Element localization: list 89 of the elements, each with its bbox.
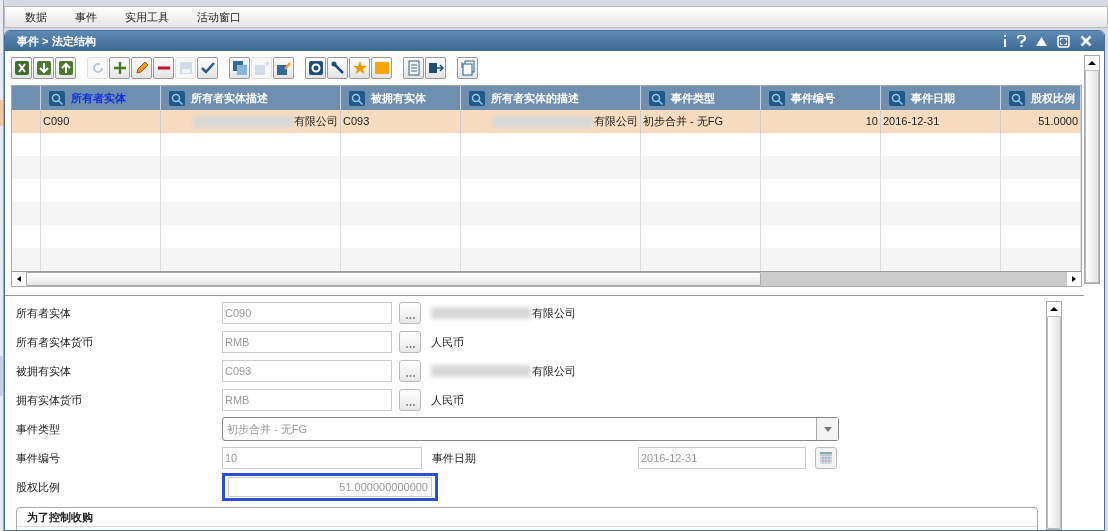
field-label: 所有者实体 (16, 305, 72, 321)
vertical-scrollbar[interactable] (1084, 55, 1100, 284)
info-icon[interactable] (1003, 35, 1007, 47)
plus-icon (111, 60, 128, 76)
scroll-thumb[interactable] (1047, 316, 1061, 529)
search-icon (49, 90, 65, 106)
table-cell-text: 初步合并 - 无FG (643, 114, 724, 130)
toolbar-button[interactable] (11, 57, 32, 79)
group-title: 为了控制收购 (17, 508, 1037, 527)
toolbar-button[interactable] (109, 57, 130, 79)
settings-icon (307, 60, 324, 76)
scroll-left-icon[interactable] (12, 272, 26, 286)
text-field[interactable]: RMB (222, 331, 392, 353)
description-text: 有限公司 (431, 304, 576, 322)
field-label: 事件类型 (16, 421, 61, 437)
search-icon (1009, 90, 1025, 106)
search-icon (769, 90, 785, 106)
search-icon (649, 90, 665, 106)
field-label: 拥有实体货币 (16, 392, 83, 408)
toolbar-button[interactable] (197, 57, 218, 79)
fullscreen-icon[interactable] (1057, 34, 1070, 48)
sticky-note-icon (373, 60, 390, 76)
text-field[interactable]: C093 (222, 360, 392, 382)
table-row[interactable]: C090 有限公司 C093 有限公司 初步合并 - 无FG 10 2016-12-31 51.0000 (12, 110, 1081, 133)
search-icon (889, 90, 905, 106)
toolbar-button[interactable] (131, 57, 152, 79)
text-field[interactable]: 10 (222, 447, 422, 469)
table-cell: 有限公司 (193, 113, 338, 130)
horizontal-scrollbar[interactable] (12, 271, 1081, 286)
scroll-up-icon[interactable] (1085, 56, 1099, 70)
table-cell-text: 2016-12-31 (883, 114, 940, 130)
table-cell: 有限公司 (493, 113, 638, 130)
table-cell-text: 51.0000 (1038, 114, 1078, 130)
dropdown-field[interactable]: 初步合并 - 无FG (222, 417, 839, 441)
search-icon (349, 90, 365, 106)
field-label: 事件日期 (432, 450, 477, 466)
copy-plus-icon (253, 60, 270, 76)
field-label: 被拥有实体 (16, 363, 72, 379)
table-cell-text: C090 (43, 114, 70, 130)
star-icon (351, 60, 368, 76)
close-icon[interactable] (1080, 35, 1092, 47)
toolbar-button[interactable] (153, 57, 174, 79)
search-icon (169, 90, 185, 106)
vertical-scrollbar[interactable] (1046, 301, 1062, 530)
copy-pencil-icon (275, 60, 292, 76)
window-title: 事件 > 法定结构 (17, 33, 97, 49)
toolbar-button[interactable] (33, 57, 54, 79)
pencil-icon (133, 60, 150, 76)
checkmark-icon (199, 60, 216, 76)
menu-item[interactable]: 活动窗口 (197, 8, 241, 26)
scroll-up-icon[interactable] (1047, 302, 1061, 316)
toolbar-button[interactable] (327, 57, 348, 79)
wrench-icon (329, 60, 346, 76)
calendar-icon (820, 452, 832, 464)
description-text: 人民币 (431, 334, 464, 350)
collapse-icon[interactable] (1036, 36, 1047, 46)
scroll-thumb[interactable] (26, 272, 761, 286)
help-icon[interactable] (1017, 35, 1026, 47)
toolbar-button[interactable] (229, 57, 250, 79)
scroll-right-icon[interactable] (1067, 272, 1081, 286)
field-label: 股权比例 (16, 479, 61, 495)
toolbar-button[interactable] (457, 57, 478, 79)
toolbar-button[interactable] (305, 57, 326, 79)
toolbar-button[interactable] (425, 57, 446, 79)
stacked-pages-icon (459, 60, 476, 76)
menu-item[interactable]: 事件 (75, 8, 97, 26)
description-text: 人民币 (431, 392, 464, 408)
copy-icon (231, 60, 248, 76)
description-text: 有限公司 (431, 362, 576, 380)
download-icon (35, 60, 52, 76)
number-field[interactable]: 51.000000000000 (222, 473, 438, 501)
text-field[interactable]: C090 (222, 302, 392, 324)
text-field[interactable]: 2016-12-31 (638, 447, 806, 469)
table-cell-text: 10 (865, 114, 878, 130)
document-icon (405, 60, 422, 76)
toolbar-button[interactable] (273, 57, 294, 79)
table-cell-text: C093 (343, 114, 370, 130)
merge-arrows-icon (427, 60, 444, 76)
menu-item[interactable]: 实用工具 (125, 8, 169, 26)
field-label: 所有者实体货币 (16, 334, 94, 350)
scroll-thumb[interactable] (1085, 70, 1099, 283)
field-label: 事件编号 (16, 450, 61, 466)
menu-item[interactable]: 数据 (25, 8, 47, 26)
search-icon (469, 90, 485, 106)
spreadsheet-icon (13, 60, 30, 76)
dropdown-arrow-icon (823, 426, 832, 432)
text-field[interactable]: RMB (222, 389, 392, 411)
upload-icon (57, 60, 74, 76)
toolbar-button[interactable] (55, 57, 76, 79)
